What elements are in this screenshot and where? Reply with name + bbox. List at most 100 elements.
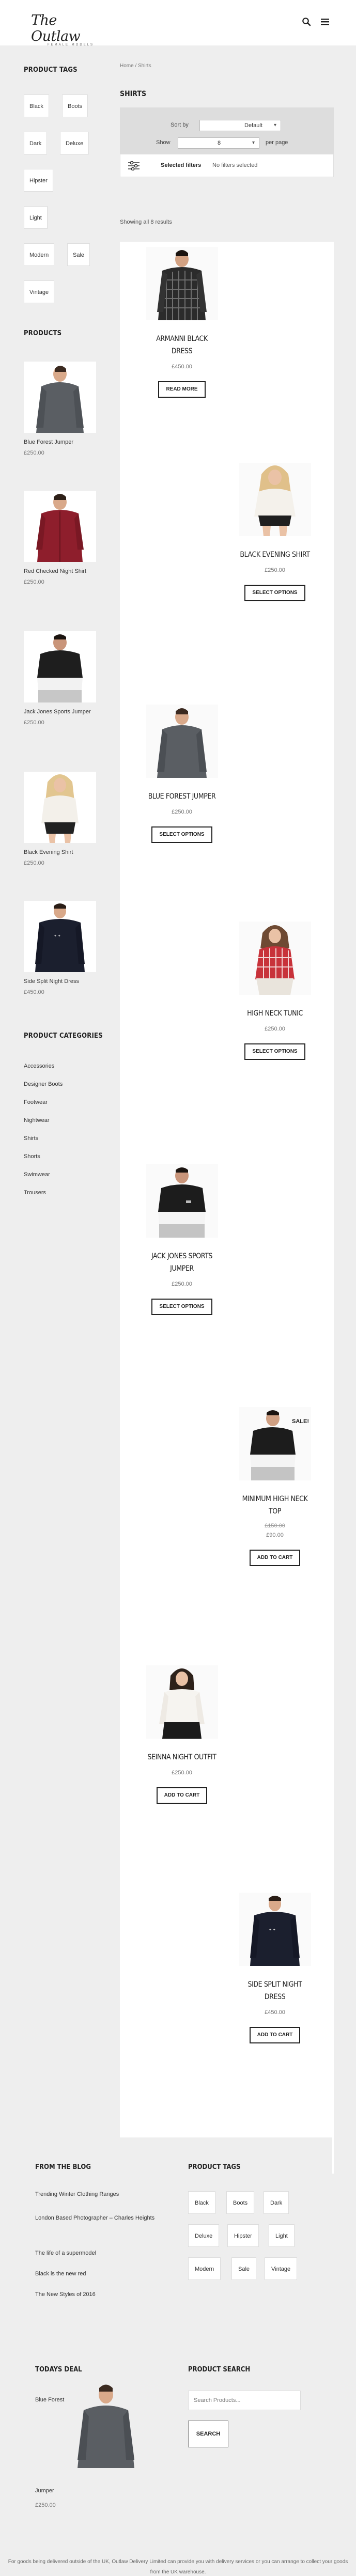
- tag-sale[interactable]: Sale: [67, 243, 90, 266]
- product-thumbnail[interactable]: ✦ ✦: [24, 901, 96, 972]
- tag-black[interactable]: Black: [24, 95, 49, 117]
- product-card[interactable]: BLUE FOREST JUMPER £250.00 SELECT OPTION…: [130, 705, 234, 843]
- product-price: £250.00: [265, 567, 285, 573]
- tag-modern[interactable]: Modern: [24, 243, 55, 266]
- product-name[interactable]: MINIMUM HIGH NECK TOP: [223, 1493, 327, 1518]
- tag-light[interactable]: Light: [24, 206, 48, 229]
- footer-tag-deluxe[interactable]: Deluxe: [188, 2224, 220, 2247]
- sidebar-product-name[interactable]: Black Evening Shirt: [24, 846, 106, 858]
- blog-post-link[interactable]: The New Styles of 2016: [35, 2289, 164, 2300]
- deal-product-name-top[interactable]: Blue Forest: [35, 2392, 71, 2408]
- footer-tags-heading: PRODUCT TAGS: [188, 2163, 241, 2171]
- footer-tag-black[interactable]: Black: [188, 2191, 215, 2214]
- product-thumbnail[interactable]: [24, 772, 96, 843]
- footer-tag-modern[interactable]: Modern: [188, 2257, 221, 2280]
- logo-main-text: The Outlaw: [31, 12, 81, 44]
- read-more-button[interactable]: READ MORE: [158, 381, 206, 398]
- sidebar-tags-heading: PRODUCT TAGS: [24, 66, 78, 74]
- menu-icon[interactable]: [320, 17, 330, 26]
- product-name[interactable]: BLACK EVENING SHIRT: [223, 549, 327, 561]
- deal-product-name-bottom[interactable]: Jumper: [35, 2488, 54, 2494]
- product-image[interactable]: [146, 247, 218, 320]
- tag-hipster[interactable]: Hipster: [24, 169, 53, 192]
- product-thumbnail[interactable]: [24, 362, 96, 433]
- sidebar-product[interactable]: Jack Jones Sports Jumper £250.00: [24, 631, 106, 727]
- per-page-select[interactable]: 8: [178, 137, 259, 149]
- product-image[interactable]: SALE!: [239, 1407, 311, 1480]
- footer-tag-hipster[interactable]: Hipster: [227, 2224, 259, 2247]
- deal-price: £250.00: [35, 2502, 56, 2508]
- sidebar-product[interactable]: Blue Forest Jumper £250.00: [24, 362, 106, 458]
- product-name[interactable]: HIGH NECK TUNIC: [223, 1007, 327, 1020]
- product-image[interactable]: [146, 1164, 218, 1238]
- footer-tag-light[interactable]: Light: [269, 2224, 295, 2247]
- product-name[interactable]: SEINNA NIGHT OUTFIT: [130, 1751, 234, 1763]
- product-card[interactable]: JACK JONES SPORTS JUMPER £250.00 SELECT …: [130, 1164, 234, 1315]
- product-name[interactable]: BLUE FOREST JUMPER: [130, 790, 234, 803]
- search-icon[interactable]: [302, 17, 311, 26]
- product-card[interactable]: ARMANNI BLACK DRESS £450.00 READ MORE: [130, 247, 234, 398]
- search-button[interactable]: SEARCH: [188, 2421, 228, 2447]
- sidebar-product-name[interactable]: Red Checked Night Shirt: [24, 565, 106, 577]
- deal-product-image[interactable]: [67, 2380, 145, 2468]
- tag-dark[interactable]: Dark: [24, 132, 48, 154]
- sidebar-product[interactable]: Red Checked Night Shirt £250.00: [24, 491, 106, 587]
- product-name[interactable]: SIDE SPLIT NIGHT DRESS: [223, 1978, 327, 2003]
- tag-deluxe[interactable]: Deluxe: [60, 132, 89, 154]
- sidebar-product-name[interactable]: Side Split Night Dress: [24, 975, 106, 988]
- site-logo[interactable]: The Outlaw FEMALE MODELS: [31, 12, 103, 46]
- product-thumbnail[interactable]: [24, 631, 96, 702]
- product-image[interactable]: [146, 705, 218, 778]
- category-link-shirts[interactable]: Shirts: [24, 1135, 38, 1142]
- filter-icon[interactable]: [128, 161, 140, 172]
- add-to-cart-button[interactable]: ADD TO CART: [249, 2027, 301, 2043]
- blog-post-link[interactable]: The life of a supermodel: [35, 2248, 164, 2258]
- select-options-button[interactable]: SELECT OPTIONS: [244, 1043, 305, 1060]
- sort-panel: Sort by Default Show 8 per page Selected…: [120, 107, 334, 177]
- breadcrumb[interactable]: Home / Shirts: [120, 63, 151, 69]
- product-card[interactable]: HIGH NECK TUNIC £250.00 SELECT OPTIONS: [223, 922, 327, 1060]
- category-link-trousers[interactable]: Trousers: [24, 1190, 46, 1196]
- category-link-footwear[interactable]: Footwear: [24, 1099, 48, 1105]
- product-card[interactable]: SEINNA NIGHT OUTFIT £250.00 ADD TO CART: [130, 1665, 234, 1804]
- select-options-button[interactable]: SELECT OPTIONS: [151, 1299, 212, 1315]
- add-to-cart-button[interactable]: ADD TO CART: [249, 1550, 301, 1566]
- category-link-nightwear[interactable]: Nightwear: [24, 1117, 50, 1123]
- sidebar-product[interactable]: ✦ ✦ Side Split Night Dress £450.00: [24, 901, 106, 997]
- category-link-designer-boots[interactable]: Designer Boots: [24, 1081, 63, 1087]
- selected-filters-bar: Selected filters No filters selected: [120, 154, 334, 177]
- tag-vintage[interactable]: Vintage: [24, 280, 55, 303]
- product-thumbnail[interactable]: [24, 491, 96, 562]
- footer-tag-dark[interactable]: Dark: [264, 2191, 289, 2214]
- category-link-swimwear[interactable]: Swimwear: [24, 1172, 50, 1178]
- tag-boots[interactable]: Boots: [62, 95, 88, 117]
- blog-heading: FROM THE BLOG: [35, 2163, 91, 2171]
- sidebar-product-name[interactable]: Jack Jones Sports Jumper: [24, 706, 106, 718]
- blog-post-link[interactable]: Trending Winter Clothing Ranges: [35, 2189, 164, 2199]
- footer-tag-boots[interactable]: Boots: [226, 2191, 255, 2214]
- select-options-button[interactable]: SELECT OPTIONS: [151, 826, 212, 843]
- product-search-input[interactable]: [188, 2391, 301, 2410]
- footer-tag-vintage[interactable]: Vintage: [265, 2257, 298, 2280]
- sort-select[interactable]: Default: [199, 120, 281, 131]
- product-image[interactable]: [239, 922, 311, 995]
- product-name[interactable]: ARMANNI BLACK DRESS: [130, 333, 234, 357]
- category-link-shorts[interactable]: Shorts: [24, 1153, 40, 1160]
- product-name[interactable]: JACK JONES SPORTS JUMPER: [130, 1250, 234, 1275]
- sidebar-product[interactable]: Black Evening Shirt £250.00: [24, 772, 106, 868]
- product-card[interactable]: SALE! MINIMUM HIGH NECK TOP £150.00 £90.…: [223, 1407, 327, 1566]
- product-image[interactable]: [146, 1665, 218, 1739]
- product-image[interactable]: [239, 463, 311, 536]
- blog-post-link[interactable]: Black is the new red: [35, 2269, 164, 2279]
- sidebar-product-price: £250.00: [24, 860, 44, 866]
- select-options-button[interactable]: SELECT OPTIONS: [244, 585, 305, 601]
- selected-filters-value: No filters selected: [212, 162, 258, 168]
- category-link-accessories[interactable]: Accessories: [24, 1063, 54, 1069]
- product-card[interactable]: ✦ ✦ SIDE SPLIT NIGHT DRESS £450.00 ADD T…: [223, 1893, 327, 2043]
- blog-post-link[interactable]: London Based Photographer – Charles Heig…: [35, 2210, 169, 2226]
- footer-tag-sale[interactable]: Sale: [231, 2257, 257, 2280]
- add-to-cart-button[interactable]: ADD TO CART: [156, 1787, 208, 1804]
- sidebar-product-name[interactable]: Blue Forest Jumper: [24, 436, 106, 448]
- product-card[interactable]: BLACK EVENING SHIRT £250.00 SELECT OPTIO…: [223, 463, 327, 601]
- product-image[interactable]: ✦ ✦: [239, 1893, 311, 1966]
